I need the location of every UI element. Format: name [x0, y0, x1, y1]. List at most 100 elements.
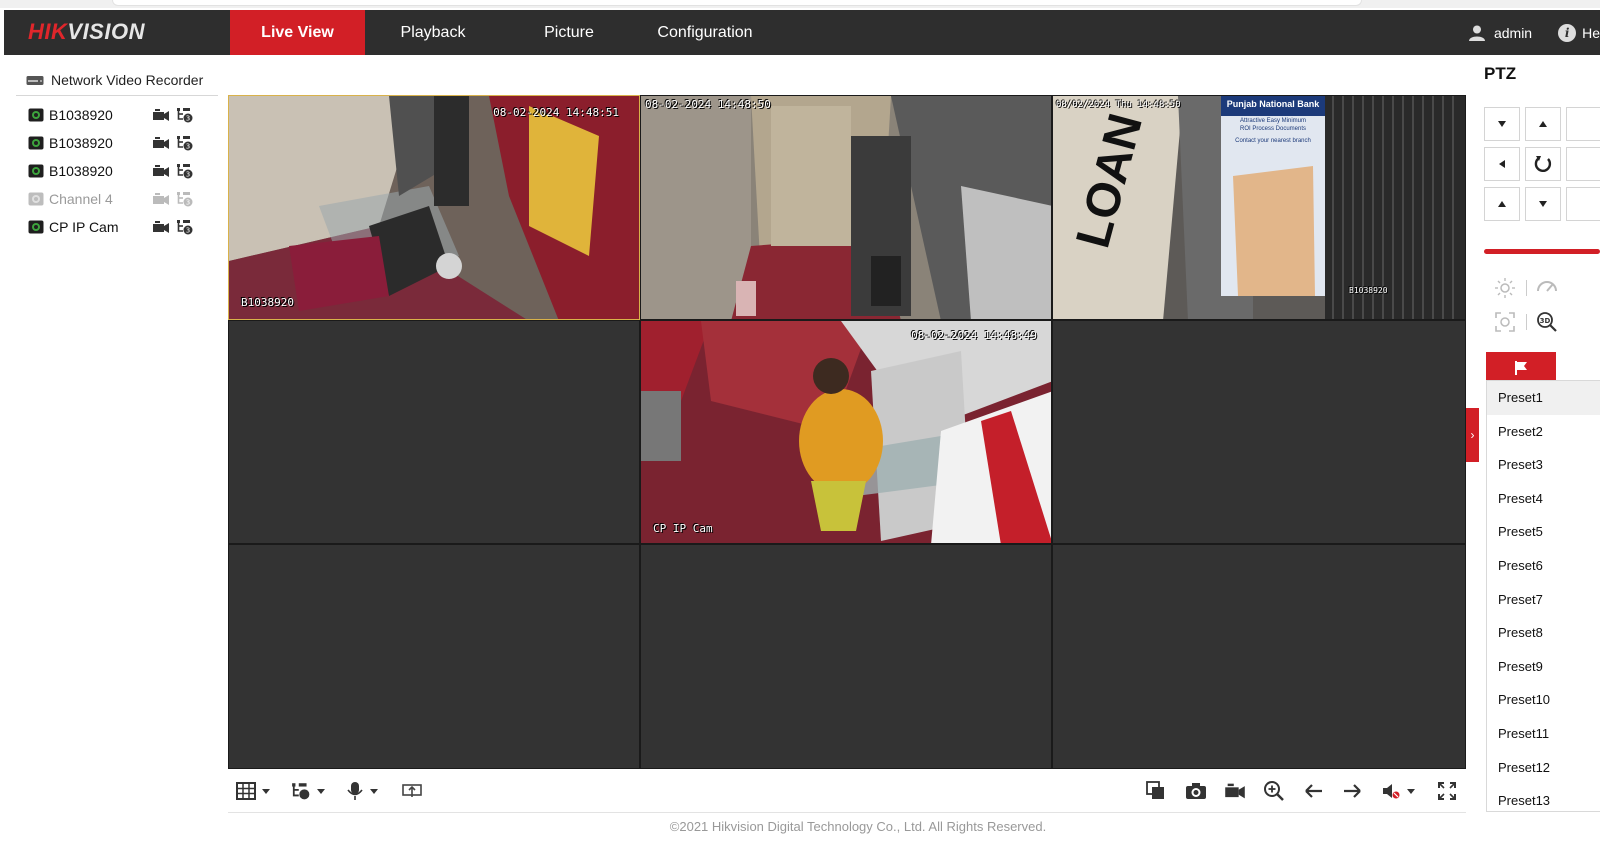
bank-sign-line2: ROI Process Documents — [1239, 126, 1307, 132]
preset-item[interactable]: Preset2 — [1487, 415, 1600, 449]
previous-page-button[interactable] — [1304, 780, 1324, 802]
tab-configuration[interactable]: Configuration — [637, 10, 773, 55]
digital-zoom-button[interactable] — [1263, 780, 1285, 802]
ptz-auto-scan-button[interactable] — [1525, 147, 1561, 181]
stream-type-icon: 3 — [177, 192, 193, 207]
video-window-9[interactable] — [1052, 544, 1466, 769]
ptz-up-left-button[interactable] — [1484, 107, 1520, 141]
camera-icon — [28, 164, 44, 178]
video-window-2[interactable]: 08-02-2024 14:48:50 — [640, 95, 1052, 320]
stream-type-icon[interactable]: 3 — [176, 107, 194, 123]
tab-live-view[interactable]: Live View — [230, 10, 365, 55]
capture-button[interactable] — [1185, 780, 1207, 802]
osd-timestamp: 08-02-2024 14:48:49 — [911, 329, 1037, 342]
channel-name: B1038920 — [49, 107, 113, 123]
preset-item[interactable]: Preset11 — [1487, 717, 1600, 751]
tab-picture[interactable]: Picture — [501, 10, 637, 55]
record-icon[interactable] — [152, 163, 170, 179]
osd-channel-label: CP IP Cam — [653, 522, 713, 535]
stream-select-button[interactable] — [291, 780, 325, 802]
stream-type-icon[interactable]: 3 — [176, 163, 194, 179]
preset-item[interactable]: Preset8 — [1487, 616, 1600, 650]
channel-item-5[interactable]: CP IP Cam 3 — [16, 213, 218, 241]
preset-item[interactable]: Preset5 — [1487, 515, 1600, 549]
svg-text:3: 3 — [186, 227, 190, 235]
next-page-button[interactable] — [1342, 780, 1362, 802]
svg-text:3: 3 — [186, 143, 190, 151]
camera-feed-2 — [641, 96, 1051, 319]
help-button[interactable]: i He — [1558, 23, 1600, 42]
video-window-8[interactable] — [640, 544, 1052, 769]
preset-item[interactable]: Preset10 — [1487, 683, 1600, 717]
osd-channel-label: B1038920 — [241, 296, 294, 309]
stream-type-icon[interactable]: 3 — [176, 135, 194, 151]
alarm-output-button[interactable] — [402, 780, 422, 802]
record-icon — [153, 193, 169, 205]
preset-item[interactable]: Preset4 — [1487, 482, 1600, 516]
record-button[interactable] — [1224, 780, 1246, 802]
ptz-right-button[interactable] — [1566, 147, 1600, 181]
ptz-down-right-button[interactable] — [1566, 187, 1600, 221]
ptz-left-button[interactable] — [1484, 147, 1520, 181]
preset-list: Preset1 Preset2 Preset3 Preset4 Preset5 Prese… — [1486, 380, 1600, 812]
preset-item[interactable]: Preset13 — [1487, 784, 1600, 818]
preset-item[interactable]: Preset6 — [1487, 549, 1600, 583]
preset-item[interactable]: Preset7 — [1487, 583, 1600, 617]
arrow-down-small-icon — [1498, 121, 1506, 127]
nvr-device-icon — [26, 75, 44, 85]
one-touch-focus-icon[interactable] — [1494, 311, 1516, 333]
preset-item[interactable]: Preset12 — [1487, 751, 1600, 785]
refresh-icon — [1534, 156, 1552, 172]
record-icon[interactable] — [152, 219, 170, 235]
video-window-7[interactable] — [228, 544, 640, 769]
stream-type-icon[interactable]: 3 — [176, 219, 194, 235]
video-window-4[interactable] — [228, 320, 640, 544]
audio-talk-button[interactable] — [346, 780, 378, 802]
arrow-down-small-icon — [1539, 201, 1547, 207]
stop-all-button[interactable] — [1146, 780, 1166, 802]
camera-icon — [28, 136, 44, 150]
username-label[interactable]: admin — [1494, 25, 1532, 41]
video-grid: 08-02-2024 14:48:51 B1038920 08-02-2024 … — [228, 95, 1466, 769]
device-header[interactable]: Network Video Recorder — [16, 64, 218, 96]
speaker-muted-icon — [1383, 784, 1400, 799]
address-bar-edge — [112, 0, 1362, 6]
chevron-down-icon — [1407, 788, 1415, 794]
window-layout-button[interactable] — [236, 780, 270, 802]
wiper-icon[interactable] — [1536, 277, 1558, 299]
light-icon[interactable] — [1494, 277, 1516, 299]
arrow-up-small-icon — [1539, 121, 1547, 127]
record-icon[interactable] — [152, 135, 170, 151]
bank-sign-line3: Contact your nearest branch — [1235, 138, 1311, 144]
osd-channel-label: B1038920 — [1349, 286, 1388, 295]
preset-item[interactable]: Preset1 — [1487, 381, 1600, 415]
record-icon — [1225, 783, 1245, 799]
video-window-1[interactable]: 08-02-2024 14:48:51 B1038920 — [228, 95, 640, 320]
camera-icon — [28, 108, 44, 122]
logo-vision: VISION — [67, 19, 145, 44]
preset-item[interactable]: Preset3 — [1487, 448, 1600, 482]
volume-button[interactable] — [1381, 780, 1415, 802]
video-window-6[interactable] — [1052, 320, 1466, 544]
copyright-footer: ©2021 Hikvision Digital Technology Co., … — [669, 819, 1047, 834]
collapse-ptz-toggle[interactable]: › — [1466, 408, 1479, 462]
record-icon[interactable] — [152, 107, 170, 123]
channel-item-1[interactable]: B1038920 3 — [16, 101, 218, 129]
camera-feed-5 — [641, 321, 1051, 543]
channel-item-3[interactable]: B1038920 3 — [16, 157, 218, 185]
ptz-up-right-button[interactable] — [1566, 107, 1600, 141]
ptz-up-button[interactable] — [1525, 107, 1561, 141]
ptz-down-left-button[interactable] — [1484, 187, 1520, 221]
ptz-down-button[interactable] — [1525, 187, 1561, 221]
fullscreen-button[interactable] — [1437, 780, 1457, 802]
channel-item-2[interactable]: B1038920 3 — [16, 129, 218, 157]
3d-zoom-icon[interactable]: 3D — [1536, 311, 1558, 333]
channel-item-4[interactable]: Channel 4 3 — [16, 185, 218, 213]
chevron-down-icon — [370, 788, 378, 794]
stream-type-icon — [292, 783, 310, 800]
ptz-speed-slider[interactable] — [1484, 249, 1600, 254]
video-window-5[interactable]: 08-02-2024 14:48:49 CP IP Cam — [640, 320, 1052, 544]
tab-playback[interactable]: Playback — [365, 10, 501, 55]
video-window-3[interactable]: LOAN 08/02/2024 Thu 14:48:50 Punjab Nati… — [1052, 95, 1466, 320]
preset-item[interactable]: Preset9 — [1487, 650, 1600, 684]
